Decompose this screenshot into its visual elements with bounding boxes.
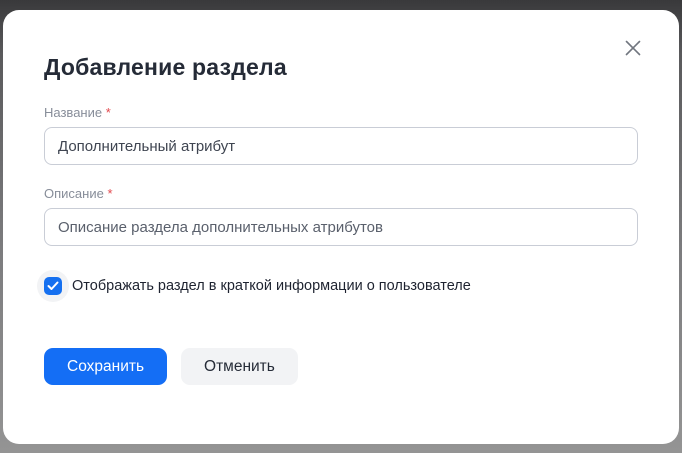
name-field-label: Название * — [44, 105, 638, 121]
close-icon — [623, 38, 643, 58]
checkbox-label[interactable]: Отображать раздел в краткой информации о… — [72, 278, 471, 294]
description-input[interactable] — [44, 208, 638, 246]
dialog-title: Добавление раздела — [44, 10, 638, 81]
required-asterisk: * — [107, 186, 112, 201]
name-label-text: Название — [44, 105, 102, 120]
field-group-description: Описание * — [44, 186, 638, 246]
save-button[interactable]: Сохранить — [44, 348, 167, 385]
checkmark-icon — [47, 281, 59, 291]
required-asterisk: * — [106, 105, 111, 120]
dialog-actions: Сохранить Отменить — [44, 348, 638, 385]
field-group-name: Название * — [44, 105, 638, 165]
cancel-button[interactable]: Отменить — [181, 348, 298, 385]
show-in-summary-checkbox[interactable] — [44, 277, 62, 295]
add-section-dialog: Добавление раздела Название * Описание *… — [3, 10, 679, 444]
close-button[interactable] — [617, 32, 649, 64]
description-field-label: Описание * — [44, 186, 638, 202]
checkbox-halo[interactable] — [37, 270, 69, 302]
description-label-text: Описание — [44, 186, 104, 201]
name-input[interactable] — [44, 127, 638, 165]
show-in-summary-checkbox-row: Отображать раздел в краткой информации о… — [37, 270, 638, 302]
